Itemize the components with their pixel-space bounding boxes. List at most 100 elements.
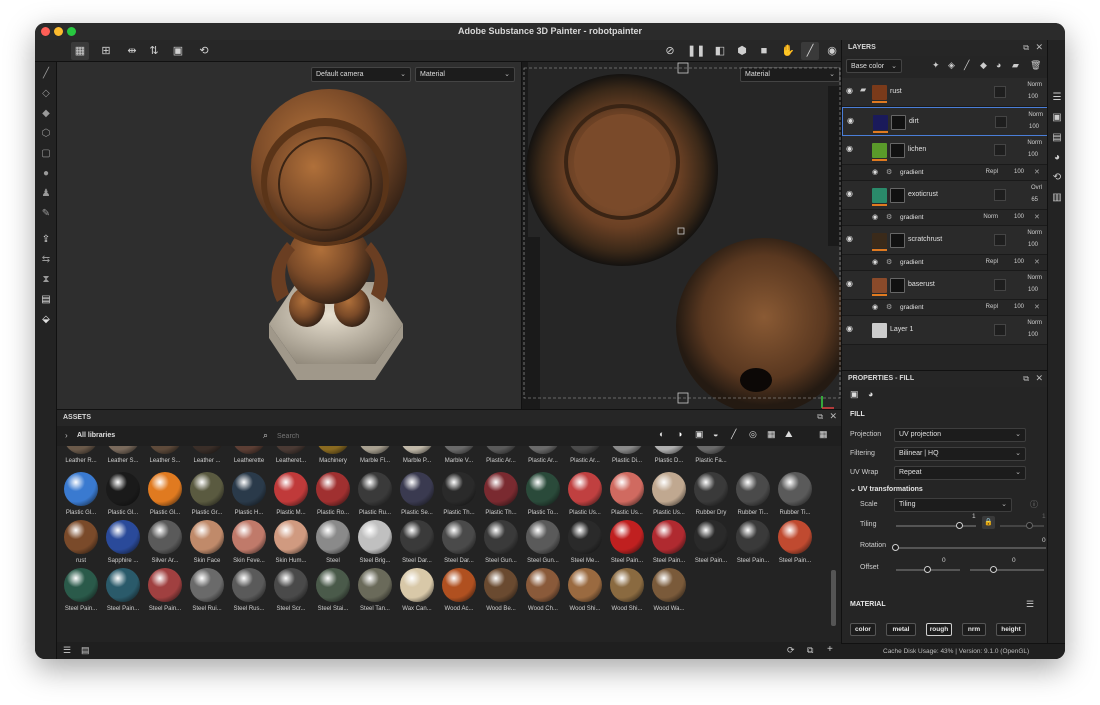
asset-item[interactable]: Steel Scr... <box>270 568 312 616</box>
hourglass-icon[interactable]: ⧗ <box>38 272 54 288</box>
history-dock-icon[interactable]: ⟲ <box>1049 170 1065 186</box>
filter-particle-icon[interactable]: ◎ <box>749 429 757 440</box>
close-icon[interactable]: ✕ <box>1034 258 1040 266</box>
paint-brush-icon[interactable]: ╱ <box>38 66 54 82</box>
rotation-slider[interactable] <box>896 547 1046 549</box>
visibility-eye-icon[interactable]: ◉ <box>846 324 853 333</box>
channel-chip-height[interactable]: height <box>996 623 1026 636</box>
viewport-2d[interactable]: Material ⌄ <box>521 62 842 409</box>
effect-opacity[interactable]: 100 <box>1004 304 1024 310</box>
asset-item[interactable]: Leather S... <box>102 446 144 468</box>
package-icon[interactable]: ⬙ <box>38 312 54 328</box>
asset-item[interactable]: Leather ... <box>186 446 228 468</box>
hand-icon[interactable]: ✋ <box>779 42 797 60</box>
effect-opacity[interactable]: 100 <box>1004 169 1024 175</box>
asset-item[interactable]: Steel Gun... <box>522 520 564 568</box>
layer-row[interactable]: ◉ dirt Norm 100 <box>842 107 1048 136</box>
asset-item[interactable]: Plastic Di... <box>606 446 648 468</box>
rotation-slider-handle[interactable] <box>892 544 899 551</box>
tiling-value-1[interactable]: 1 <box>972 513 976 520</box>
filter-smart-icon[interactable]: ◑ <box>677 429 682 439</box>
asset-item[interactable]: Plastic Ar... <box>522 446 564 468</box>
asset-item[interactable]: Steel Dar... <box>438 520 480 568</box>
document-icon[interactable]: ▤ <box>38 292 54 308</box>
visibility-eye-icon[interactable]: ◉ <box>872 258 878 266</box>
asset-item[interactable]: Plastic Th... <box>438 472 480 520</box>
tiling-slider-2-handle[interactable] <box>1026 522 1033 529</box>
add-smart-material-icon[interactable]: ◕ <box>996 60 1001 70</box>
asset-item[interactable]: Steel Dar... <box>396 520 438 568</box>
asset-item[interactable]: Wood Shi... <box>606 568 648 616</box>
effect-blend-mode[interactable]: Repl <box>974 304 998 310</box>
projection-icon[interactable]: ◆ <box>38 106 54 122</box>
asset-item[interactable]: Plastic Ro... <box>312 472 354 520</box>
geometry-mask-icon[interactable]: ⬡ <box>38 126 54 142</box>
float-panel-icon[interactable]: ⧉ <box>1023 374 1029 384</box>
asset-item[interactable]: Steel Tan... <box>354 568 396 616</box>
polygon-fill-icon[interactable]: ▢ <box>38 146 54 162</box>
effect-row[interactable]: ◉ ⚙ gradient Repl 100 ✕ <box>842 255 1048 271</box>
tiling-slider-1[interactable] <box>896 525 976 527</box>
add-effect-icon[interactable]: ✦ <box>932 60 940 71</box>
asset-item[interactable]: Steel Pain... <box>732 520 774 568</box>
float-panel-icon[interactable]: ⧉ <box>1023 43 1029 53</box>
asset-item[interactable]: Steel Pain... <box>690 520 732 568</box>
layer-row[interactable]: ◉ lichen Norm 100 <box>842 136 1048 165</box>
asset-item[interactable]: Steel <box>312 520 354 568</box>
layer-blend-mode[interactable]: Ovrl <box>1012 185 1042 191</box>
hide-icon[interactable]: ⊘ <box>661 42 679 60</box>
smudge-icon[interactable]: ● <box>38 166 54 182</box>
layer-blend-mode[interactable]: Norm <box>1013 112 1043 118</box>
channel-select[interactable]: Base color ⌄ <box>846 59 902 73</box>
layer-blend-mode[interactable]: Norm <box>1012 275 1042 281</box>
screenshot-icon[interactable]: ◉ <box>823 42 841 60</box>
tiling-value-2[interactable]: 1 <box>1042 513 1046 520</box>
asset-item[interactable]: Plastic Ar... <box>480 446 522 468</box>
tiling-slider-1-handle[interactable] <box>956 522 963 529</box>
asset-item[interactable]: Steel Gun... <box>480 520 522 568</box>
filtering-select[interactable]: Bilinear | HQ ⌄ <box>894 447 1026 461</box>
close-icon[interactable]: ✕ <box>1034 168 1040 176</box>
info-icon[interactable]: ⓘ <box>1030 499 1038 510</box>
layer-opacity[interactable]: 100 <box>1012 332 1038 338</box>
visibility-eye-icon[interactable]: ◉ <box>847 116 854 125</box>
asset-item[interactable]: Steel Pain... <box>648 520 690 568</box>
add-asset-button[interactable]: + <box>827 644 833 655</box>
layer-opacity[interactable]: 100 <box>1012 242 1038 248</box>
align-icon[interactable]: ⇅ <box>145 42 163 60</box>
asset-item[interactable]: rust <box>60 520 102 568</box>
asset-item[interactable]: Steel Pain... <box>144 568 186 616</box>
symmetry-icon[interactable]: ⇹ <box>123 42 141 60</box>
add-folder-icon[interactable]: ▰ <box>1012 60 1019 71</box>
layer-blend-mode[interactable]: Norm <box>1012 230 1042 236</box>
channel-chip-color[interactable]: color <box>850 623 876 636</box>
asset-item[interactable]: Leather R... <box>60 446 102 468</box>
layer-blend-mode[interactable]: Norm <box>1012 82 1042 88</box>
asset-item[interactable]: Wax Can... <box>396 568 438 616</box>
float-panel-icon[interactable]: ⧉ <box>817 412 823 422</box>
import-icon[interactable]: ⧉ <box>807 645 813 656</box>
lock-icon[interactable]: 🔒 <box>982 516 995 529</box>
layer-opacity-box[interactable] <box>994 144 1006 156</box>
asset-item[interactable]: Plastic Se... <box>396 472 438 520</box>
effect-row[interactable]: ◉ ⚙ gradient Repl 100 ✕ <box>842 300 1048 316</box>
zoom-window-button[interactable] <box>67 27 76 36</box>
tiling-slider-2[interactable] <box>1000 525 1044 527</box>
clone-icon[interactable]: ♟ <box>38 186 54 202</box>
asset-item[interactable]: Plastic Th... <box>480 472 522 520</box>
layers-dock-icon[interactable]: ☰ <box>1049 90 1065 106</box>
effect-blend-mode[interactable]: Repl <box>974 259 998 265</box>
effect-blend-mode[interactable]: Norm <box>974 214 998 220</box>
close-icon[interactable]: ✕ <box>1034 213 1040 221</box>
asset-item[interactable]: Machinery <box>312 446 354 468</box>
history-icon[interactable]: ⟲ <box>195 42 213 60</box>
asset-item[interactable]: Steel Pain... <box>774 520 816 568</box>
effect-opacity[interactable]: 100 <box>1004 214 1024 220</box>
close-icon[interactable]: ✕ <box>1034 303 1040 311</box>
grid-layout-icon[interactable]: ▦ <box>819 429 828 440</box>
filter-environment-icon[interactable]: ⛰ <box>785 429 793 440</box>
asset-item[interactable]: Plastic D... <box>648 446 690 468</box>
rotation-value[interactable]: 0 <box>1042 537 1046 544</box>
asset-item[interactable]: Plastic Gl... <box>144 472 186 520</box>
effect-blend-mode[interactable]: Repl <box>974 169 998 175</box>
